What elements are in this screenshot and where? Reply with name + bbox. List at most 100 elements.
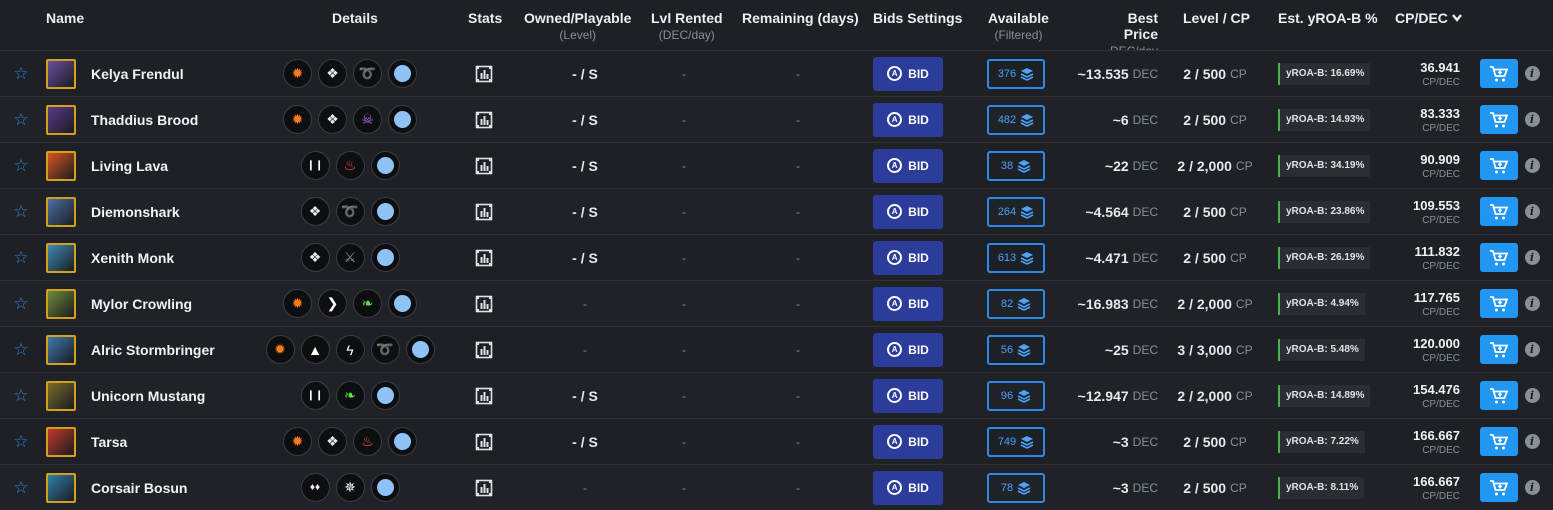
stats-icon[interactable]	[472, 465, 496, 510]
header-available[interactable]: Available (Filtered)	[988, 10, 1049, 42]
available-button[interactable]: 613	[987, 242, 1045, 273]
stats-icon[interactable]	[472, 189, 496, 234]
available-button[interactable]: 264	[987, 196, 1045, 227]
available-cell: 376	[987, 51, 1047, 96]
favorite-star-icon[interactable]: ☆	[12, 465, 30, 510]
bid-button[interactable]: A BID	[873, 332, 943, 367]
add-to-cart-button[interactable]	[1480, 59, 1518, 88]
available-button[interactable]: 749	[987, 426, 1045, 457]
card-avatar[interactable]	[46, 235, 78, 280]
add-to-cart-button[interactable]	[1480, 381, 1518, 410]
card-name[interactable]: Mylor Crowling	[91, 281, 192, 326]
card-avatar[interactable]	[46, 465, 78, 510]
info-icon[interactable]: i	[1524, 204, 1540, 219]
bid-button[interactable]: A BID	[873, 286, 943, 321]
info-icon[interactable]: i	[1524, 66, 1540, 81]
card-name[interactable]: Tarsa	[91, 419, 127, 464]
favorite-star-icon[interactable]: ☆	[12, 97, 30, 142]
info-icon[interactable]: i	[1524, 158, 1540, 173]
stats-icon[interactable]	[472, 51, 496, 96]
available-button[interactable]: 376	[987, 58, 1045, 89]
available-button[interactable]: 56	[987, 334, 1045, 365]
card-name[interactable]: Kelya Frendul	[91, 51, 184, 96]
cart-cell	[1480, 327, 1518, 372]
bid-button[interactable]: A BID	[873, 470, 943, 505]
stats-icon[interactable]	[472, 281, 496, 326]
available-button[interactable]: 482	[987, 104, 1045, 135]
bid-button[interactable]: A BID	[873, 56, 943, 91]
header-remaining[interactable]: Remaining (days)	[742, 10, 859, 26]
stats-icon[interactable]	[472, 373, 496, 418]
info-icon[interactable]: i	[1524, 434, 1540, 449]
add-to-cart-button[interactable]	[1480, 197, 1518, 226]
card-name[interactable]: Thaddius Brood	[91, 97, 198, 142]
fire-icon: ✹	[283, 289, 312, 318]
header-cpdec[interactable]: CP/DEC	[1395, 10, 1462, 26]
info-icon[interactable]: i	[1524, 250, 1540, 265]
add-to-cart-button[interactable]	[1480, 105, 1518, 134]
info-icon[interactable]: i	[1524, 296, 1540, 311]
bid-button[interactable]: A BID	[873, 378, 943, 413]
bid-cell: A BID	[873, 281, 943, 326]
card-name[interactable]: Unicorn Mustang	[91, 373, 205, 418]
favorite-star-icon[interactable]: ☆	[12, 235, 30, 280]
header-yroa[interactable]: Est. yROA-B %	[1278, 10, 1378, 26]
bid-button[interactable]: A BID	[873, 148, 943, 183]
info-icon[interactable]: i	[1524, 112, 1540, 127]
card-name[interactable]: Xenith Monk	[91, 235, 174, 280]
add-to-cart-button[interactable]	[1480, 289, 1518, 318]
header-level-cp[interactable]: Level / CP	[1183, 10, 1250, 26]
info-icon[interactable]: i	[1524, 342, 1540, 357]
level-cp: 2 / 2,000 CP	[1170, 281, 1260, 326]
best-price: ~4.471 DEC	[1060, 235, 1158, 280]
favorite-star-icon[interactable]: ☆	[12, 281, 30, 326]
available-count: 38	[1000, 159, 1014, 172]
stats-icon[interactable]	[472, 327, 496, 372]
leaf-icon: ❧	[353, 289, 382, 318]
bid-button[interactable]: A BID	[873, 194, 943, 229]
favorite-star-icon[interactable]: ☆	[12, 51, 30, 96]
card-name[interactable]: Diemonshark	[91, 189, 180, 234]
stats-icon[interactable]	[472, 235, 496, 280]
add-to-cart-button[interactable]	[1480, 151, 1518, 180]
favorite-star-icon[interactable]: ☆	[12, 327, 30, 372]
stats-icon[interactable]	[472, 143, 496, 188]
card-avatar[interactable]	[46, 97, 78, 142]
card-avatar[interactable]	[46, 419, 78, 464]
stats-icon[interactable]	[472, 419, 496, 464]
available-button[interactable]: 82	[987, 288, 1045, 319]
favorite-star-icon[interactable]: ☆	[12, 373, 30, 418]
best-price: ~16.983 DEC	[1060, 281, 1158, 326]
yroa-cell: yROA-B: 23.86%	[1278, 189, 1371, 234]
header-name[interactable]: Name	[46, 10, 84, 26]
bid-button[interactable]: A BID	[873, 240, 943, 275]
favorite-star-icon[interactable]: ☆	[12, 143, 30, 188]
card-avatar[interactable]	[46, 189, 78, 234]
info-icon[interactable]: i	[1524, 480, 1540, 495]
favorite-star-icon[interactable]: ☆	[12, 419, 30, 464]
add-to-cart-button[interactable]	[1480, 243, 1518, 272]
card-name[interactable]: Alric Stormbringer	[91, 327, 215, 372]
card-avatar[interactable]	[46, 281, 78, 326]
available-button[interactable]: 38	[987, 150, 1045, 181]
bid-button[interactable]: A BID	[873, 102, 943, 137]
card-name[interactable]: Living Lava	[91, 143, 168, 188]
available-button[interactable]: 96	[987, 380, 1045, 411]
available-button[interactable]: 78	[987, 472, 1045, 503]
card-name[interactable]: Corsair Bosun	[91, 465, 187, 510]
header-best-price-label: Best Price	[1123, 10, 1158, 42]
favorite-star-icon[interactable]: ☆	[12, 189, 30, 234]
card-avatar[interactable]	[46, 373, 78, 418]
add-to-cart-button[interactable]	[1480, 473, 1518, 502]
card-avatar[interactable]	[46, 327, 78, 372]
info-icon[interactable]: i	[1524, 388, 1540, 403]
card-avatar[interactable]	[46, 143, 78, 188]
add-to-cart-button[interactable]	[1480, 427, 1518, 456]
header-lvl-rented[interactable]: Lvl Rented (DEC/day)	[651, 10, 723, 42]
header-lvl-rented-sub: (DEC/day)	[658, 28, 715, 42]
card-avatar[interactable]	[46, 51, 78, 96]
header-owned[interactable]: Owned/Playable (Level)	[524, 10, 631, 42]
bid-button[interactable]: A BID	[873, 424, 943, 459]
stats-icon[interactable]	[472, 97, 496, 142]
add-to-cart-button[interactable]	[1480, 335, 1518, 364]
